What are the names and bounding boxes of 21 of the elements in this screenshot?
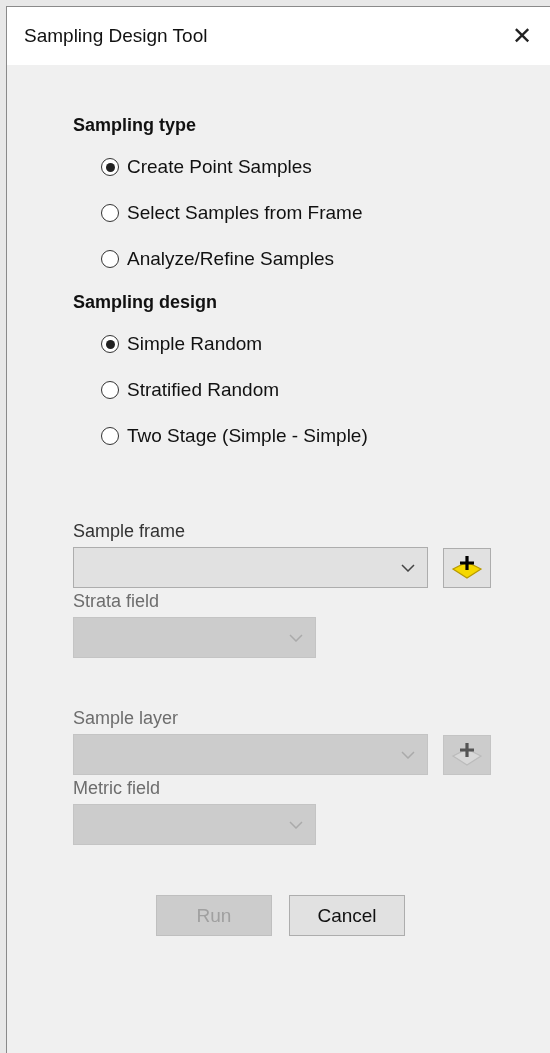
radio-option[interactable]: Two Stage (Simple - Simple): [101, 413, 368, 459]
chevron-icon: [401, 750, 415, 759]
radio-option[interactable]: Select Samples from Frame: [101, 190, 363, 236]
field-label: Sample layer: [73, 708, 180, 729]
close-button[interactable]: ✕: [505, 22, 538, 50]
chevron-icon: [289, 633, 303, 642]
radio-option[interactable]: Create Point Samples: [101, 144, 312, 190]
chevron-icon: [289, 820, 303, 829]
radio-option[interactable]: Analyze/Refine Samples: [101, 236, 334, 282]
window-title: Sampling Design Tool: [24, 25, 208, 47]
field-label: Metric field: [73, 778, 162, 799]
dropdown-field[interactable]: [73, 547, 428, 588]
section-heading: Sampling type: [73, 115, 198, 136]
radio-option[interactable]: Stratified Random: [101, 367, 280, 413]
field-label: Strata field: [73, 591, 161, 612]
radio-option[interactable]: Simple Random: [101, 321, 263, 367]
chevron-icon: [401, 563, 415, 572]
field-label: Sample frame: [73, 521, 187, 542]
section-heading: Sampling design: [73, 292, 219, 313]
dialog-button[interactable]: Cancel: [289, 895, 405, 936]
add-data-button[interactable]: [443, 547, 491, 588]
